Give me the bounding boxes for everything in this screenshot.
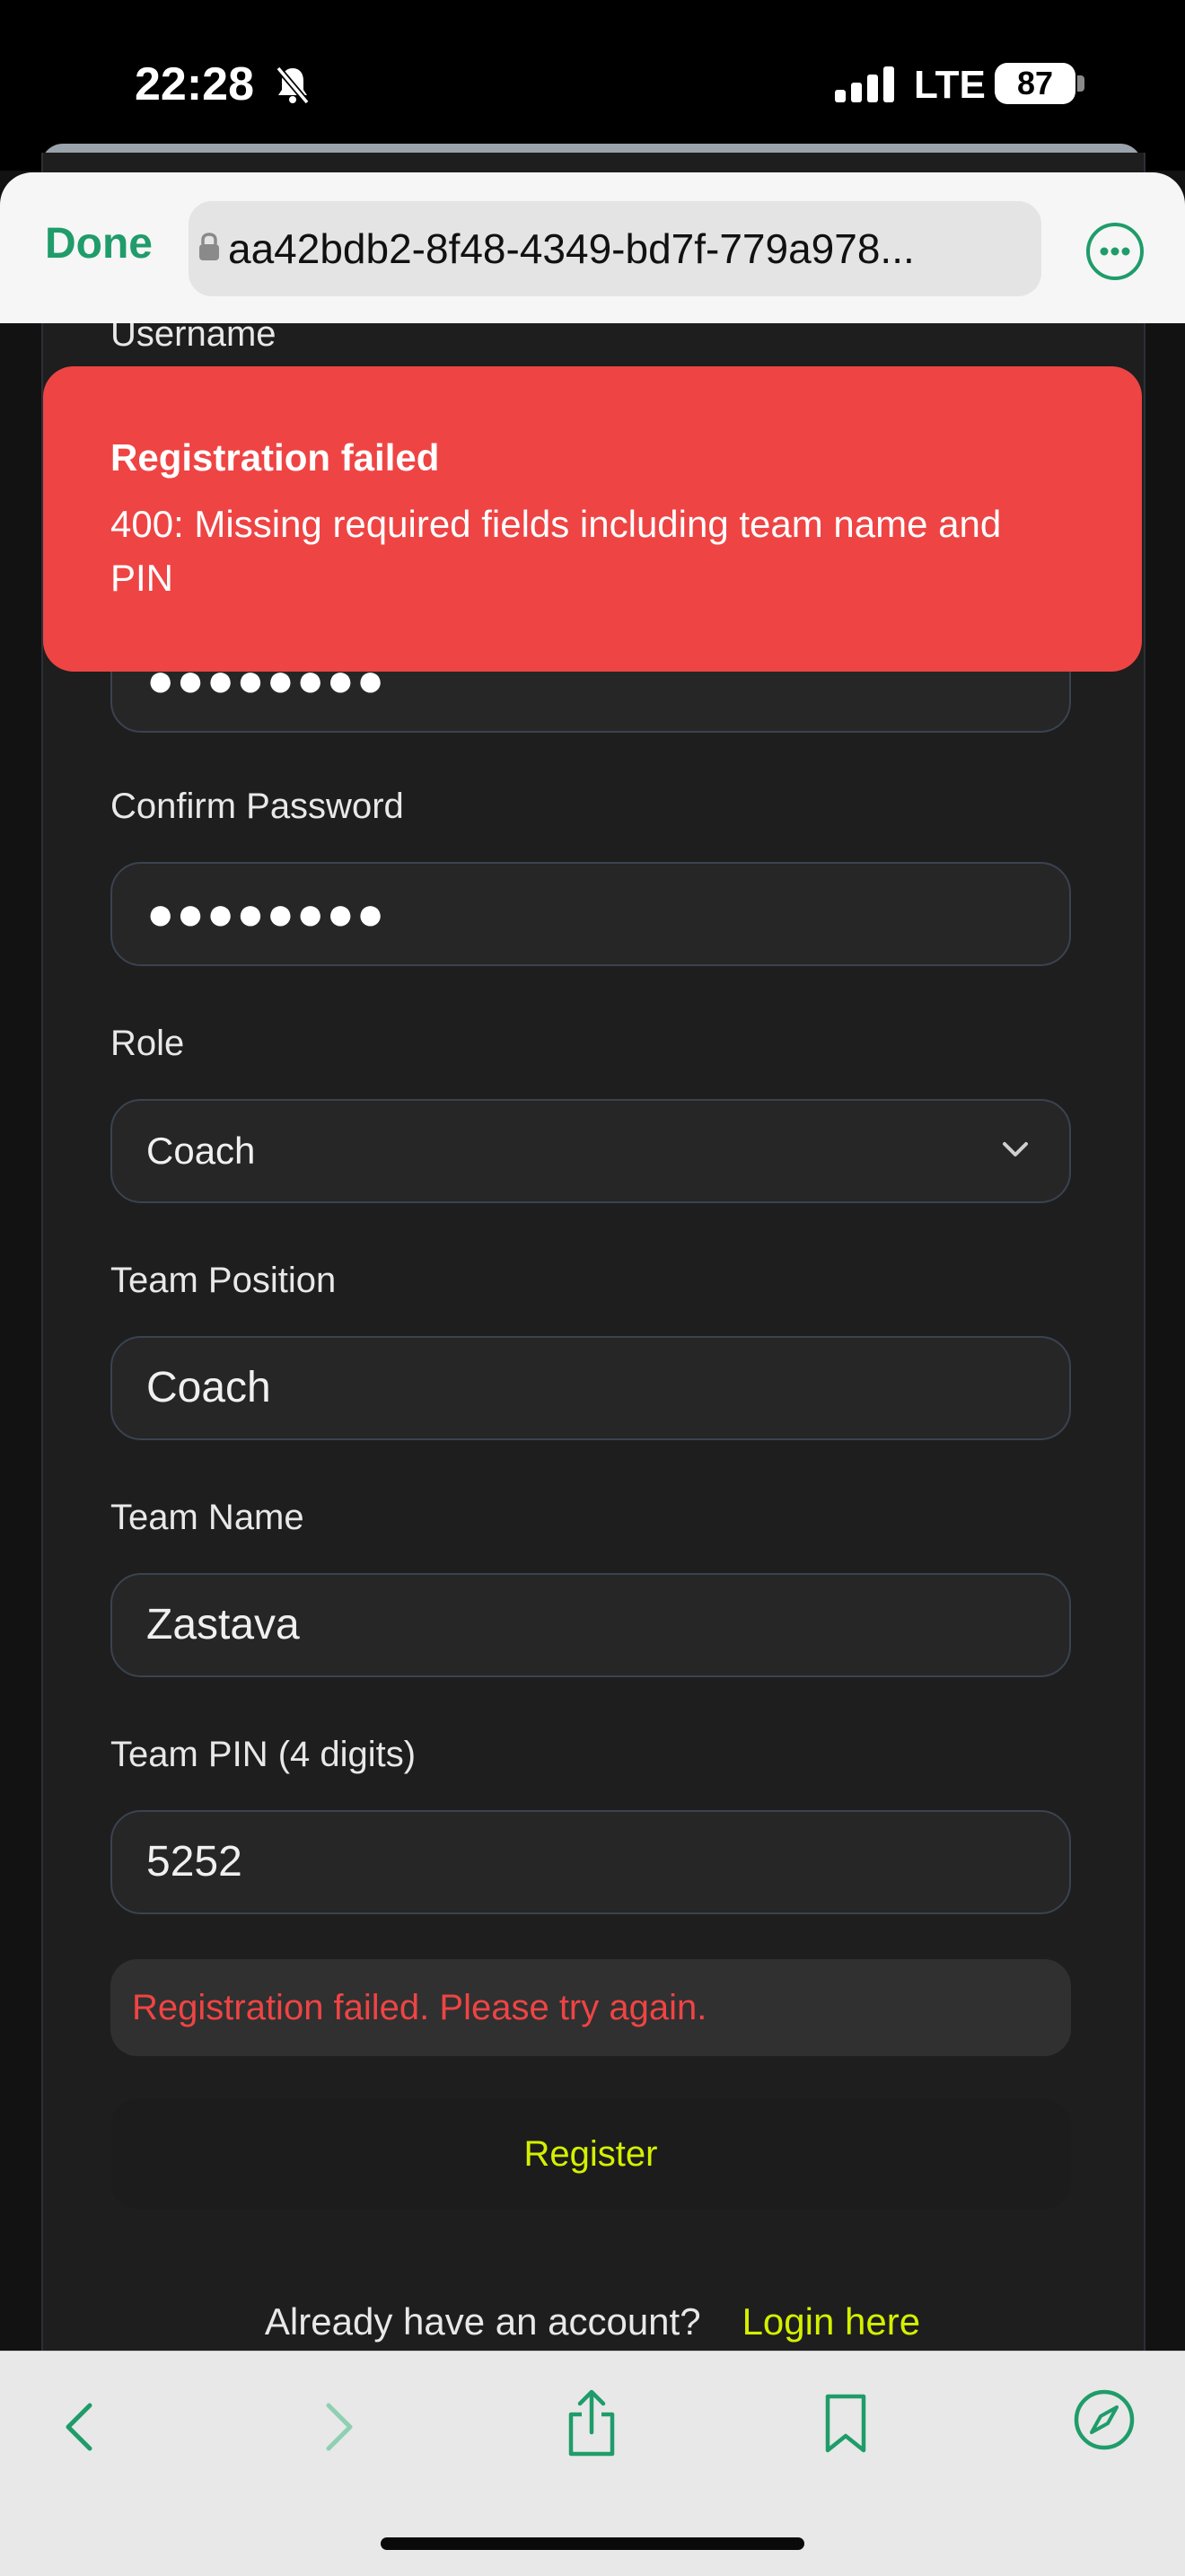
login-link[interactable]: Login here [742,2300,921,2343]
browser-header: Done aa42bdb2-8f48-4349-bd7f-779a978... [0,172,1185,323]
battery-nub [1077,75,1084,92]
role-label: Role [110,1024,185,1063]
team-pin-field[interactable]: 5252 [110,1810,1071,1914]
team-name-value: Zastava [146,1601,300,1648]
team-pin-value: 5252 [146,1838,242,1886]
confirm-password-field[interactable]: ●●●●●●●● [110,862,1071,966]
role-select[interactable]: Coach [110,1099,1071,1203]
signal-icon [835,66,894,102]
lock-icon [199,233,219,260]
team-position-value: Coach [146,1364,271,1411]
error-message: Registration failed. Please try again. [132,1988,707,2027]
toast-message: 400: Missing required fields including t… [110,503,1002,599]
login-prompt: Already have an account? [264,2300,701,2343]
register-button[interactable]: Register [110,2099,1071,2209]
error-toast[interactable]: Registration failed 400: Missing require… [43,366,1142,672]
team-pin-label: Team PIN (4 digits) [110,1735,417,1774]
team-name-label: Team Name [110,1498,304,1537]
network-label: LTE [914,63,986,107]
bookmarks-icon[interactable] [819,2391,873,2456]
status-time: 22:28 [135,58,254,110]
battery-icon: 87 [995,63,1075,104]
error-message-box: Registration failed. Please try again. [110,1959,1071,2056]
chevron-down-icon [1003,1142,1028,1156]
confirm-password-value: ●●●●●●●● [146,888,387,940]
url-text: aa42bdb2-8f48-4349-bd7f-779a978... [228,225,915,272]
toast-title: Registration failed [110,436,440,479]
share-icon[interactable] [562,2387,621,2459]
forward-icon[interactable] [314,2398,359,2456]
done-button[interactable]: Done [45,219,153,268]
more-options-icon[interactable] [1084,221,1146,282]
team-position-label: Team Position [110,1261,337,1300]
login-prompt-row: Already have an account? Login here [0,2300,1185,2343]
role-value: Coach [146,1130,256,1172]
back-icon[interactable] [59,2398,104,2456]
home-indicator [381,2537,804,2550]
url-field[interactable]: aa42bdb2-8f48-4349-bd7f-779a978... [189,201,1041,296]
bell-muted-icon [276,66,310,104]
team-name-field[interactable]: Zastava [110,1573,1071,1677]
confirm-password-label: Confirm Password [110,787,404,826]
team-position-field[interactable]: Coach [110,1336,1071,1440]
compass-icon[interactable] [1072,2387,1137,2452]
